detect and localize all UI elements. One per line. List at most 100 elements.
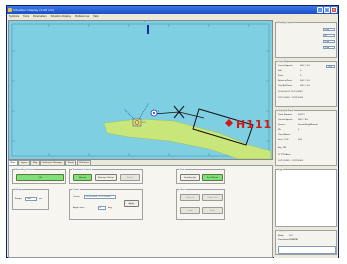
track-label: Brg. 181 xyxy=(278,147,287,149)
own-label: Course/Speed: xyxy=(278,65,293,67)
display-field[interactable]: 0 nm xyxy=(323,28,335,31)
group-title: Center xyxy=(72,188,80,191)
track-value: Sensor/Flag/Manual xyxy=(298,124,318,126)
maximize-button[interactable]: □ xyxy=(324,7,330,13)
own-date: 12/11/2009 - 11/11/2009 xyxy=(278,97,304,99)
menu-preferences[interactable]: Preferences xyxy=(75,14,89,19)
group-title: Log xyxy=(278,169,283,171)
own-label: Pitch: xyxy=(278,75,284,77)
apply-button[interactable]: Apply xyxy=(124,200,139,207)
own-label: Relative/Pivot: xyxy=(278,80,293,82)
own-value: 000° / 0.0 xyxy=(300,80,310,82)
menu-tools[interactable]: Tools xyxy=(23,14,29,19)
center-group: Center Center 11/11/2009 - 11/11/2009 An… xyxy=(69,188,143,220)
north-marker xyxy=(147,25,149,34)
menu-bar: Symbols Tools Parameters Situation Displ… xyxy=(7,14,338,19)
menu-symbols[interactable]: Symbols xyxy=(9,14,19,19)
menu-parameters[interactable]: Parameters xyxy=(33,14,47,19)
track-date: 12/11/2009 - 11/11/2009 xyxy=(278,160,304,162)
log-group: Log xyxy=(275,169,337,227)
app-icon xyxy=(8,8,12,12)
target-label[interactable]: H1111 xyxy=(236,118,272,131)
track-value: 0 xyxy=(298,129,300,131)
true-motion-button[interactable]: True Motion xyxy=(202,174,223,181)
simulation-group: Simulation Control Normal Measure Dist(n… xyxy=(69,168,143,184)
control-panel: Recording Control ON Simulation Control … xyxy=(8,165,273,258)
display-control-group: Display Control 0 nm 20 2 nm 3 nm xyxy=(275,22,337,58)
ship-icon[interactable] xyxy=(132,118,142,127)
own-ship-label: S xyxy=(158,111,160,113)
app-window: Situation Display (1.00 nm) – □ × Symbol… xyxy=(6,5,339,258)
zoom-in-button[interactable]: Zoom In xyxy=(180,194,200,201)
window-title: Situation Display (1.00 nm) xyxy=(13,8,55,12)
close-button[interactable]: × xyxy=(331,7,337,13)
pause-button[interactable]: Pause xyxy=(120,174,140,181)
own-label: Roll: xyxy=(278,70,283,72)
own-value: 0 xyxy=(300,75,302,77)
track-label: Sens. TOV: xyxy=(278,139,289,141)
angle-label: Angle view: xyxy=(73,207,85,209)
display-field[interactable]: 2 nm xyxy=(323,40,335,43)
own-value: 000° / 0.0 xyxy=(300,85,310,87)
group-title: Simulation Control xyxy=(72,168,92,171)
group-title: Display Control xyxy=(278,22,295,24)
situation-map[interactable]: 1 H1111 S 101 xyxy=(8,20,273,160)
track-label: Mr: xyxy=(278,129,282,131)
menu-situation-display[interactable]: Situation Display xyxy=(51,14,71,19)
group-title: Status xyxy=(278,230,286,232)
own-ship-group: Own Ship Course/Speed: 000° / 0.0 1 kts … xyxy=(275,61,337,107)
status-label: Simulation: xyxy=(278,239,290,241)
recording-group: Recording Control ON xyxy=(12,168,66,184)
track-label: Course/Speed: xyxy=(278,119,293,121)
group-title: Own Ship xyxy=(278,61,289,63)
right-panel: Display Control 0 nm 20 2 nm 3 nm Own Sh… xyxy=(274,20,338,258)
status-label: Mode: xyxy=(278,235,285,237)
angle-unit: deg xyxy=(108,207,112,209)
own-time: 12:00:00 UT 11/11/2009 xyxy=(278,91,303,93)
title-bar: Situation Display (1.00 nm) – □ × xyxy=(7,6,338,14)
track-value: H1111 xyxy=(298,114,305,116)
range-group: Range Range: 1.00 nm xyxy=(12,188,49,210)
on-button[interactable]: ON xyxy=(16,174,64,181)
track-value: 000° / 4.0 xyxy=(298,119,308,121)
display-field[interactable]: 3 nm xyxy=(323,46,335,49)
heading-up-button[interactable]: Heading Up xyxy=(180,174,200,181)
minimize-button[interactable]: – xyxy=(317,7,323,13)
menu-help[interactable]: Help xyxy=(93,14,98,19)
undo-button[interactable]: Undo xyxy=(180,207,200,214)
redo-button[interactable]: Redo xyxy=(202,207,223,214)
zoom-group: Zoom Zoom In Zoom Out Undo Redo xyxy=(176,188,225,220)
view-group: View Heading Up True Motion xyxy=(176,168,225,184)
track-label: Source: xyxy=(278,124,286,126)
range-title: 1 xyxy=(144,20,146,23)
track-label: Track Number: xyxy=(278,114,293,116)
zoom-out-button[interactable]: Zoom Out xyxy=(202,194,223,201)
group-title: Recording Control xyxy=(15,168,34,171)
group-title: View xyxy=(179,168,185,171)
own-value: 0 xyxy=(300,70,302,72)
group-title: Selected Track xyxy=(278,110,294,112)
center-input[interactable]: 11/11/2009 - 11/11/2009 xyxy=(84,195,116,199)
normal-button[interactable]: Normal xyxy=(73,174,92,181)
track-label: Class/Name: xyxy=(278,134,291,136)
track-value: 11TTTL/Aero xyxy=(278,154,291,156)
display-field[interactable]: 20 xyxy=(323,34,335,37)
target-diamond-icon[interactable] xyxy=(225,119,233,127)
status-value: 101 xyxy=(289,235,293,237)
status-group: Status Mode: 101 Simulation: STANDBY xyxy=(275,230,337,255)
track-value: 000 xyxy=(298,139,302,141)
map-canvas[interactable] xyxy=(9,21,272,159)
range-input[interactable]: 1.00 xyxy=(25,197,37,201)
range-unit: nm xyxy=(39,198,43,200)
group-title: Range xyxy=(15,188,23,191)
status-value: STANDBY xyxy=(289,239,299,241)
center-label: Center xyxy=(73,196,80,198)
range-label: Range: xyxy=(15,198,23,200)
measure-button[interactable]: Measure Dist(n) xyxy=(95,174,117,181)
speed-unit-select[interactable]: 1 kts xyxy=(326,64,335,68)
own-label: True/Rel/Pivot: xyxy=(278,85,293,87)
own-value: 000° / 0.0 xyxy=(300,65,310,67)
ship-label: 101 xyxy=(142,122,146,124)
angle-input[interactable]: 0 xyxy=(98,206,106,210)
status-input[interactable] xyxy=(278,246,336,254)
